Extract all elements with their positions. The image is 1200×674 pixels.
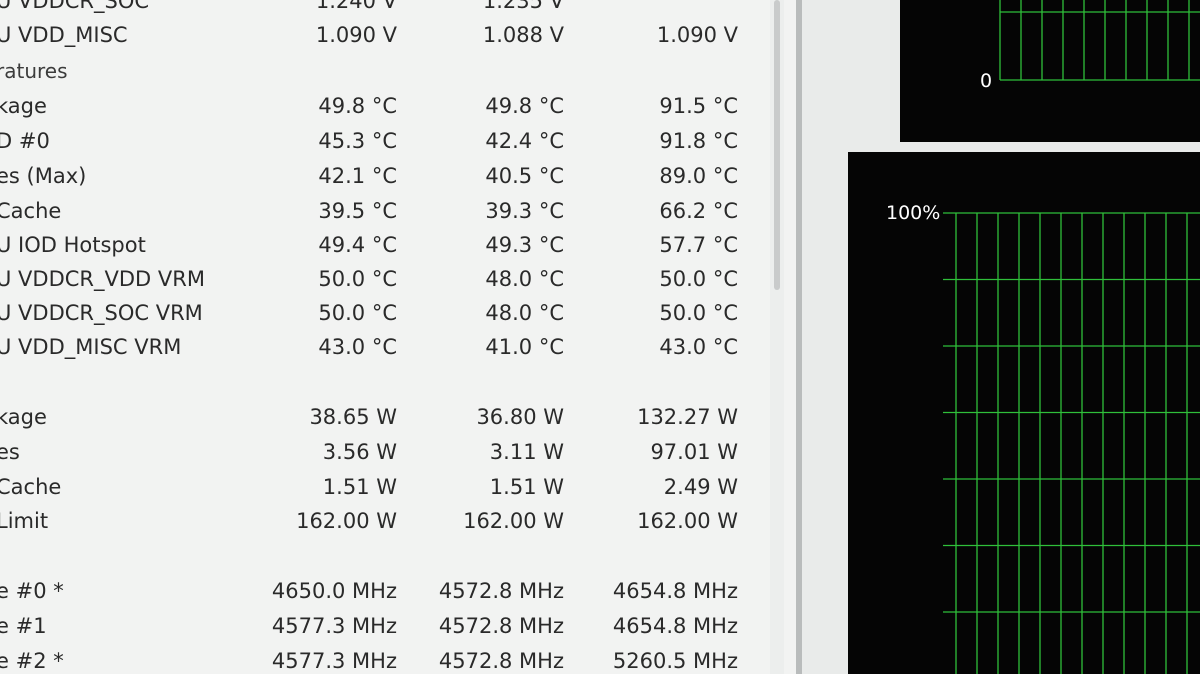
sensor-min-value: 162.00 W bbox=[463, 509, 564, 533]
sensor-row[interactable]: Cache 1.51 W 1.51 W 2.49 W bbox=[0, 472, 760, 502]
sensor-label: es bbox=[0, 440, 20, 464]
sensor-min-value: 1.235 V bbox=[482, 0, 564, 13]
sensor-max-value: 5260.5 MHz bbox=[612, 649, 738, 673]
sensor-max-value: 89.0 °C bbox=[659, 164, 738, 188]
sensor-max-value: 132.27 W bbox=[637, 405, 738, 429]
sensor-min-value: 4572.8 MHz bbox=[438, 649, 564, 673]
scrollbar-thumb[interactable] bbox=[774, 0, 780, 290]
sensor-max-value: 43.0 °C bbox=[659, 335, 738, 359]
sensor-max-value: 91.5 °C bbox=[659, 94, 738, 118]
sensor-label: kage bbox=[0, 94, 47, 118]
sensor-label: ratures bbox=[0, 59, 68, 83]
sensor-current-value: 50.0 °C bbox=[318, 267, 397, 291]
sensor-row[interactable]: U VDDCR_SOC VRM 50.0 °C 48.0 °C 50.0 °C bbox=[0, 298, 760, 328]
sensor-min-value: 48.0 °C bbox=[485, 267, 564, 291]
sensor-max-value: 50.0 °C bbox=[659, 267, 738, 291]
sensor-min-value: 49.8 °C bbox=[485, 94, 564, 118]
sensor-label: e #0 * bbox=[0, 579, 64, 603]
sensor-current-value: 50.0 °C bbox=[318, 301, 397, 325]
sensor-max-value: 2.49 W bbox=[663, 475, 738, 499]
sensor-section-header[interactable] bbox=[0, 370, 760, 400]
sensor-section-header[interactable]: ratures bbox=[0, 56, 760, 86]
sensor-current-value: 39.5 °C bbox=[318, 199, 397, 223]
sensor-current-value: 49.8 °C bbox=[318, 94, 397, 118]
sensor-max-value: 57.7 °C bbox=[659, 233, 738, 257]
sensor-row[interactable]: U VDD_MISC 1.090 V 1.088 V 1.090 V bbox=[0, 20, 760, 50]
sensor-min-value: 48.0 °C bbox=[485, 301, 564, 325]
sensor-current-value: 45.3 °C bbox=[318, 129, 397, 153]
sensor-current-value: 4577.3 MHz bbox=[271, 649, 397, 673]
sensor-current-value: 49.4 °C bbox=[318, 233, 397, 257]
sensor-current-value: 4577.3 MHz bbox=[271, 614, 397, 638]
graph-grid-top bbox=[999, 0, 1200, 81]
sensor-min-value: 1.088 V bbox=[482, 23, 564, 47]
sensor-max-value: 66.2 °C bbox=[659, 199, 738, 223]
sensor-row[interactable]: U VDDCR_VDD VRM 50.0 °C 48.0 °C 50.0 °C bbox=[0, 264, 760, 294]
sensor-label: e #2 * bbox=[0, 649, 64, 673]
sensor-label: U VDD_MISC VRM bbox=[0, 335, 182, 359]
sensor-graph-top: 0 bbox=[900, 0, 1200, 142]
sensor-row[interactable]: U VDD_MISC VRM 43.0 °C 41.0 °C 43.0 °C bbox=[0, 332, 760, 362]
sensor-label: U VDDCR_SOC VRM bbox=[0, 301, 203, 325]
sensor-min-value: 1.51 W bbox=[489, 475, 564, 499]
sensor-row[interactable]: kage 49.8 °C 49.8 °C 91.5 °C bbox=[0, 91, 760, 121]
sensor-current-value: 38.65 W bbox=[309, 405, 397, 429]
sensor-label: kage bbox=[0, 405, 47, 429]
sensor-max-value: 4654.8 MHz bbox=[612, 614, 738, 638]
sensor-label: e #1 bbox=[0, 614, 47, 638]
sensor-row[interactable]: kage 38.65 W 36.80 W 132.27 W bbox=[0, 402, 760, 432]
sensor-label: U VDDCR_VDD VRM bbox=[0, 267, 205, 291]
sensor-graph-bottom: 100% bbox=[848, 152, 1200, 674]
sensor-min-value: 40.5 °C bbox=[485, 164, 564, 188]
sensor-min-value: 36.80 W bbox=[476, 405, 564, 429]
sensor-current-value: 3.56 W bbox=[322, 440, 397, 464]
sensor-row[interactable]: D #0 45.3 °C 42.4 °C 91.8 °C bbox=[0, 126, 760, 156]
sensor-row[interactable]: e #2 * 4577.3 MHz 4572.8 MHz 5260.5 MHz bbox=[0, 646, 760, 674]
graph-axis-max-label: 100% bbox=[886, 202, 941, 224]
sensor-current-value: 4650.0 MHz bbox=[271, 579, 397, 603]
sensor-row[interactable]: U IOD Hotspot 49.4 °C 49.3 °C 57.7 °C bbox=[0, 230, 760, 260]
sensor-max-value: 162.00 W bbox=[637, 509, 738, 533]
sensor-row[interactable]: e #1 4577.3 MHz 4572.8 MHz 4654.8 MHz bbox=[0, 611, 760, 641]
sensor-label: es (Max) bbox=[0, 164, 87, 188]
sensor-min-value: 42.4 °C bbox=[485, 129, 564, 153]
sensor-row[interactable]: U VDDCR_SOC 1.240 V 1.235 V bbox=[0, 0, 760, 16]
sensor-current-value: 1.51 W bbox=[322, 475, 397, 499]
sensor-row[interactable]: es 3.56 W 3.11 W 97.01 W bbox=[0, 437, 760, 467]
sensor-row[interactable]: Limit 162.00 W 162.00 W 162.00 W bbox=[0, 506, 760, 536]
sensor-list-panel: U VDDCR_SOC 1.240 V 1.235 V U VDD_MISC 1.090… bbox=[0, 0, 800, 674]
sensor-max-value: 97.01 W bbox=[650, 440, 738, 464]
sensor-max-value: 1.090 V bbox=[656, 23, 738, 47]
sensor-min-value: 41.0 °C bbox=[485, 335, 564, 359]
sensor-label: U VDD_MISC bbox=[0, 23, 128, 47]
sensor-current-value: 162.00 W bbox=[296, 509, 397, 533]
graph-axis-min-label: 0 bbox=[980, 70, 993, 92]
sensor-max-value: 91.8 °C bbox=[659, 129, 738, 153]
sensor-current-value: 43.0 °C bbox=[318, 335, 397, 359]
sensor-max-value: 4654.8 MHz bbox=[612, 579, 738, 603]
sensor-min-value: 49.3 °C bbox=[485, 233, 564, 257]
sensor-row[interactable]: Cache 39.5 °C 39.3 °C 66.2 °C bbox=[0, 196, 760, 226]
sensor-label: Cache bbox=[0, 475, 62, 499]
sensor-min-value: 39.3 °C bbox=[485, 199, 564, 223]
sensor-section-header[interactable] bbox=[0, 544, 760, 574]
sensor-row[interactable]: es (Max) 42.1 °C 40.5 °C 89.0 °C bbox=[0, 161, 760, 191]
sensor-label: D #0 bbox=[0, 129, 50, 153]
graph-grid-bottom bbox=[943, 212, 1200, 674]
sensor-label: Cache bbox=[0, 199, 62, 223]
sensor-max-value: 50.0 °C bbox=[659, 301, 738, 325]
sensor-current-value: 1.240 V bbox=[315, 0, 397, 13]
sensor-min-value: 4572.8 MHz bbox=[438, 579, 564, 603]
sensor-current-value: 42.1 °C bbox=[318, 164, 397, 188]
sensor-row[interactable]: e #0 * 4650.0 MHz 4572.8 MHz 4654.8 MHz bbox=[0, 576, 760, 606]
sensor-current-value: 1.090 V bbox=[315, 23, 397, 47]
sensor-label: Limit bbox=[0, 509, 49, 533]
sensor-label: U IOD Hotspot bbox=[0, 233, 146, 257]
sensor-min-value: 4572.8 MHz bbox=[438, 614, 564, 638]
sensor-label: U VDDCR_SOC bbox=[0, 0, 150, 13]
panel-divider bbox=[796, 0, 802, 674]
sensor-min-value: 3.11 W bbox=[489, 440, 564, 464]
